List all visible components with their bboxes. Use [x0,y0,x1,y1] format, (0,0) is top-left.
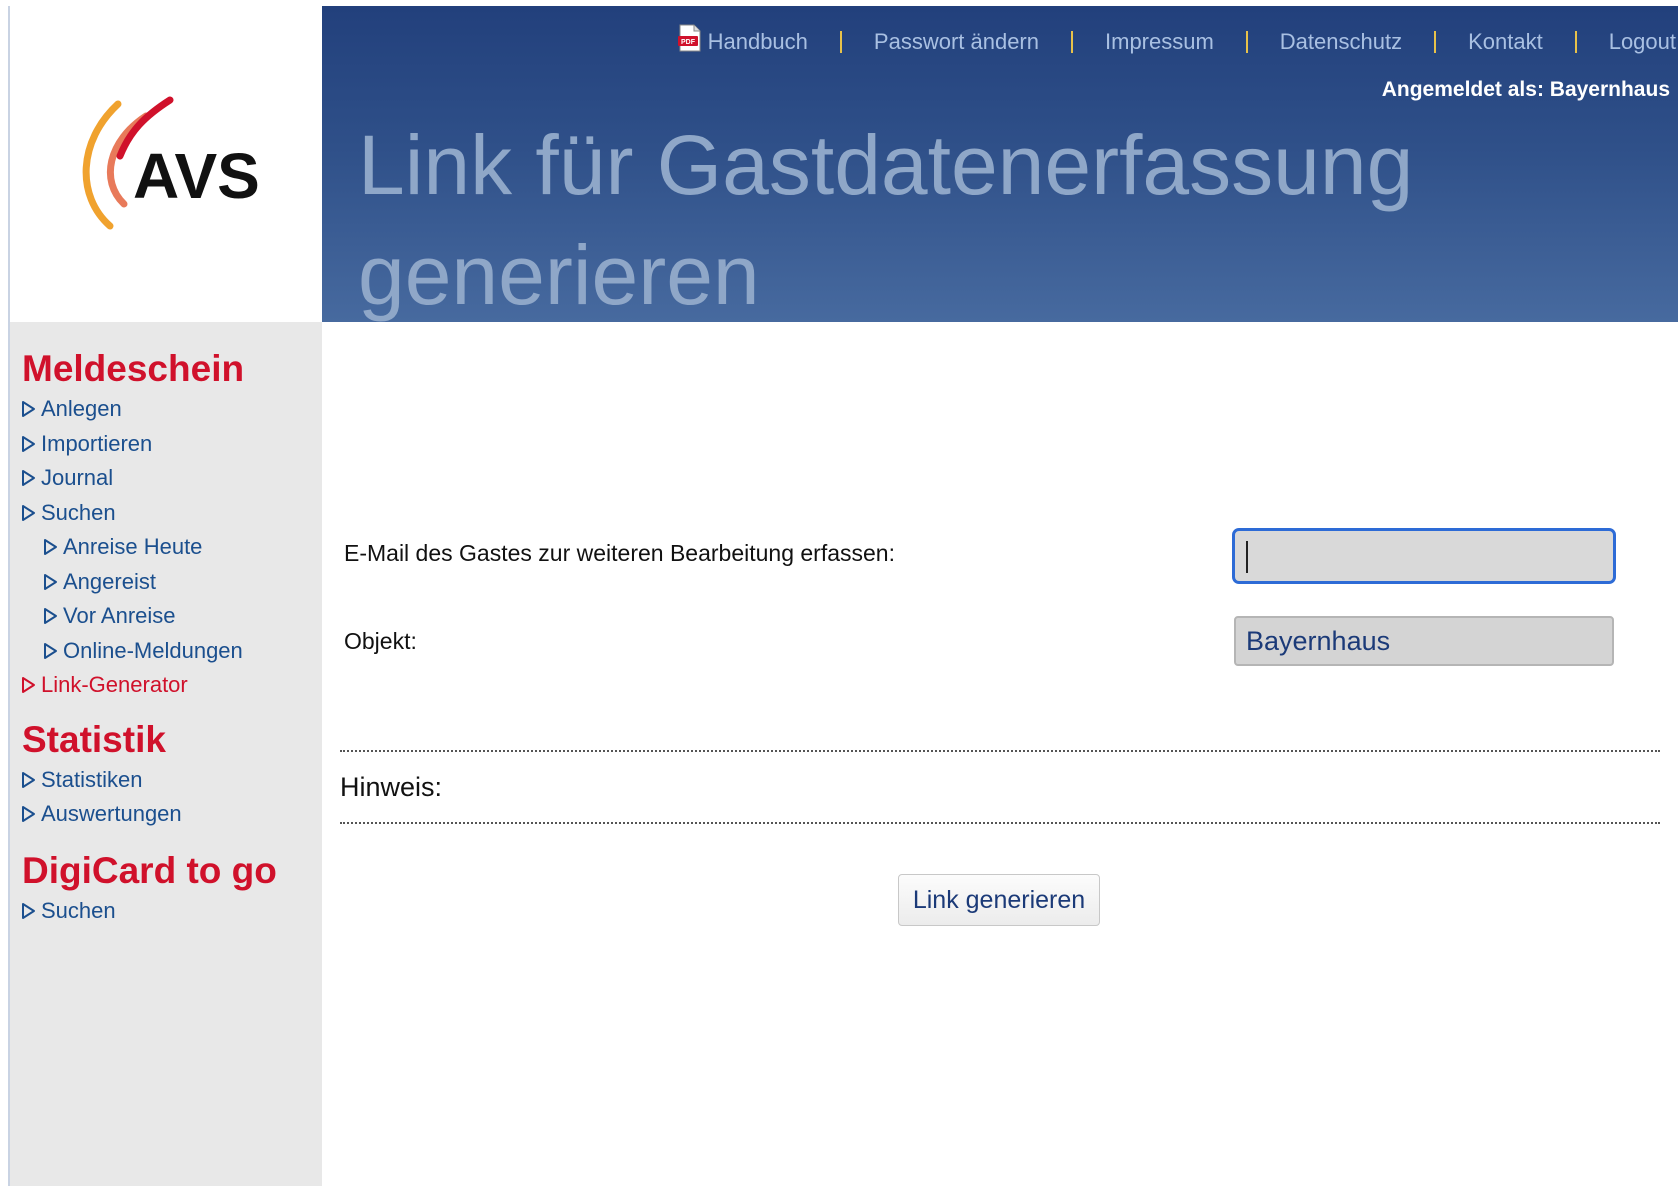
sidebar-item-importieren[interactable]: Importieren [10,427,322,462]
objekt-field: Bayernhaus [1234,616,1614,666]
triangle-right-icon [22,470,35,487]
login-info: Angemeldet als: Bayernhaus [1381,78,1670,101]
sidebar-item-label: Angereist [63,568,156,594]
nav-handbuch-label: Handbuch [707,29,808,54]
divider [340,750,1660,752]
triangle-right-icon [22,435,35,452]
nav-separator [1071,31,1073,53]
nav-kontakt-link[interactable]: Kontakt [1468,29,1543,55]
avs-logo: AVS [82,96,260,230]
sidebar-item-label: Importieren [41,430,153,456]
menu-digicard: Suchen [10,894,322,929]
pdf-icon: PDF [677,24,702,52]
nav-handbuch-link[interactable]: PDF Handbuch [677,24,808,56]
sidebar-item-auswertungen[interactable]: Auswertungen [10,797,322,832]
page-title: Link für Gastdatenerfassung generieren [358,118,1414,322]
text-caret [1246,541,1248,573]
header-banner: PDF Handbuch Passwort ändern Impressum D… [322,6,1678,322]
section-title-digicard: DigiCard to go [22,849,277,891]
sidebar-item-label: Statistiken [41,766,143,792]
pdf-icon-label: PDF [681,39,696,46]
sidebar-item-label: Suchen [41,499,116,525]
nav-separator [839,31,842,53]
main-content: E-Mail des Gastes zur weiteren Bearbeitu… [322,322,1678,1186]
section-title-statistik: Statistik [22,718,166,760]
triangle-right-icon [44,573,57,590]
nav-separator [1434,31,1437,53]
logo-text: AVS [133,140,260,212]
sidebar-item-vor-anreise[interactable]: Vor Anreise [10,599,322,634]
objekt-label: Objekt: [344,628,417,654]
triangle-right-icon [22,504,35,521]
hinweis-label: Hinweis: [340,772,443,802]
sidebar: Meldeschein Anlegen Importieren Journal … [10,322,322,1186]
sidebar-item-suchen[interactable]: Suchen [10,496,322,531]
logo-area: AVS [10,6,322,322]
triangle-right-icon [44,539,57,556]
sidebar-item-label: Online-Meldungen [63,637,243,663]
nav-impressum-link[interactable]: Impressum [1105,29,1214,55]
sidebar-item-journal[interactable]: Journal [10,461,322,496]
triangle-right-icon [22,771,35,788]
sidebar-item-anreise-heute[interactable]: Anreise Heute [10,530,322,565]
triangle-right-icon [22,902,35,919]
email-input[interactable] [1232,528,1616,584]
sidebar-item-label: Journal [41,465,114,490]
nav-passwort-link[interactable]: Passwort ändern [874,29,1039,55]
sidebar-item-statistiken[interactable]: Statistiken [10,763,322,798]
sidebar-item-anlegen[interactable]: Anlegen [10,392,322,427]
triangle-right-icon [44,608,57,625]
sidebar-item-angereist[interactable]: Angereist [10,565,322,600]
menu-meldeschein: Anlegen Importieren Journal Suchen Anrei… [10,392,322,703]
sidebar-item-digicard-suchen[interactable]: Suchen [10,894,322,929]
section-title-meldeschein: Meldeschein [22,348,245,389]
sidebar-item-label: Vor Anreise [63,603,176,628]
sidebar-item-label: Link-Generator [41,672,188,697]
triangle-right-icon [44,642,57,659]
menu-statistik: Statistiken Auswertungen [10,763,322,832]
nav-separator [1245,31,1248,53]
sidebar-item-label: Anreise Heute [63,534,203,559]
nav-logout-link[interactable]: Logout [1609,29,1676,55]
top-navigation: PDF Handbuch Passwort ändern Impressum D… [677,24,1678,60]
sidebar-item-online-meldungen[interactable]: Online-Meldungen [10,634,322,669]
divider [340,822,1660,824]
sidebar-item-label: Suchen [41,897,116,923]
link-generieren-button[interactable]: Link generieren [898,874,1100,926]
triangle-right-icon [22,677,35,694]
sidebar-item-link-generator[interactable]: Link-Generator [10,668,322,703]
nav-datenschutz-link[interactable]: Datenschutz [1280,29,1402,55]
triangle-right-icon [22,401,35,418]
nav-separator [1574,31,1577,53]
email-label: E-Mail des Gastes zur weiteren Bearbeitu… [344,540,895,566]
triangle-right-icon [22,806,35,823]
sidebar-item-label: Anlegen [41,396,122,421]
sidebar-item-label: Auswertungen [41,801,182,826]
